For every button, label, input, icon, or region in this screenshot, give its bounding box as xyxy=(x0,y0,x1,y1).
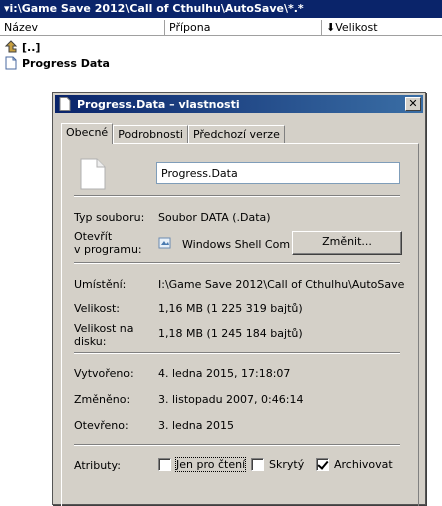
location-label: Umístění: xyxy=(74,278,127,291)
separator xyxy=(74,444,400,446)
separator xyxy=(74,195,400,197)
modified-label: Změněno: xyxy=(74,393,131,406)
column-header: Název Přípona ⬇Velikost xyxy=(0,20,442,36)
tab-details[interactable]: Podrobnosti xyxy=(113,125,188,144)
type-value: Soubor DATA (.Data) xyxy=(158,211,271,224)
opens-with-label: Otevřít v programu: xyxy=(74,230,142,256)
opens-with-label-line1: Otevřít xyxy=(74,230,113,243)
checkbox-label: Archivovat xyxy=(334,458,393,471)
dialog-title: Progress.Data – vlastnosti xyxy=(77,97,240,111)
disk-size-label-line1: Velikost na xyxy=(74,322,134,335)
list-item-label: Progress Data xyxy=(22,56,110,70)
disk-size-label-line2: disku: xyxy=(74,335,107,348)
tab-strip: Obecné Podrobnosti Předchozí verze xyxy=(61,123,285,144)
list-item-file[interactable]: Progress Data xyxy=(4,55,110,71)
tab-label: Podrobnosti xyxy=(118,128,183,141)
checkbox-box[interactable] xyxy=(251,458,264,471)
checkbox-label: Skrytý xyxy=(269,458,305,471)
created-label: Vytvořeno: xyxy=(74,367,134,380)
separator xyxy=(74,352,400,354)
tab-general[interactable]: Obecné xyxy=(61,123,114,144)
checkbox-box[interactable] xyxy=(316,458,329,471)
checkbox-label: Jen pro čtení xyxy=(174,457,247,472)
change-button[interactable]: Změnit... xyxy=(292,231,402,255)
size-value: 1,16 MB (1 225 319 bajtů) xyxy=(158,302,303,315)
accessed-value: 3. ledna 2015 xyxy=(158,419,235,432)
column-extension[interactable]: Přípona xyxy=(165,20,322,36)
disk-size-label: Velikost na disku: xyxy=(74,322,134,348)
location-value: I:\Game Save 2012\Call of Cthulhu\AutoSa… xyxy=(158,278,405,291)
checkbox-box[interactable] xyxy=(158,458,171,471)
type-label: Typ souboru: xyxy=(74,211,145,224)
archive-checkbox[interactable]: Archivovat xyxy=(316,458,393,471)
column-size[interactable]: ⬇Velikost xyxy=(322,20,442,36)
size-label: Velikost: xyxy=(74,302,121,315)
column-name[interactable]: Název xyxy=(0,20,165,36)
list-item-parent[interactable]: [..] xyxy=(4,39,40,55)
attributes-label: Atributy: xyxy=(74,459,121,472)
readonly-checkbox[interactable]: Jen pro čtení xyxy=(158,457,247,472)
properties-dialog: Progress.Data – vlastnosti ✕ Obecné Podr… xyxy=(52,92,426,506)
hidden-checkbox[interactable]: Skrytý xyxy=(251,458,304,471)
file-icon xyxy=(4,56,18,70)
separator xyxy=(74,262,400,264)
disk-size-value: 1,18 MB (1 245 184 bajtů) xyxy=(158,327,303,340)
file-icon xyxy=(59,97,71,111)
tab-label: Předchozí verze xyxy=(192,128,280,141)
change-button-label: Změnit... xyxy=(322,235,372,248)
dialog-titlebar[interactable]: Progress.Data – vlastnosti ✕ xyxy=(55,95,423,113)
filename-field[interactable] xyxy=(156,162,400,184)
close-icon: ✕ xyxy=(408,97,418,110)
program-icon xyxy=(158,236,172,250)
up-folder-icon xyxy=(4,40,18,54)
created-value: 4. ledna 2015, 17:18:07 xyxy=(158,367,291,380)
close-button[interactable]: ✕ xyxy=(405,97,421,111)
tab-panel-general: Typ souboru: Soubor DATA (.Data) Otevřít… xyxy=(61,143,419,506)
accessed-label: Otevřeno: xyxy=(74,419,129,432)
opens-with-value: Windows Shell Commor xyxy=(182,238,290,251)
opens-with-label-line2: v programu: xyxy=(74,243,142,256)
list-item-label: [..] xyxy=(22,40,41,54)
tab-previous-versions[interactable]: Předchozí verze xyxy=(187,125,285,144)
path-bar[interactable]: ▾i:\Game Save 2012\Call of Cthulhu\AutoS… xyxy=(0,0,442,18)
modified-value: 3. listopadu 2007, 0:46:14 xyxy=(158,393,304,406)
tab-label: Obecné xyxy=(66,126,109,139)
file-type-icon xyxy=(80,158,106,190)
